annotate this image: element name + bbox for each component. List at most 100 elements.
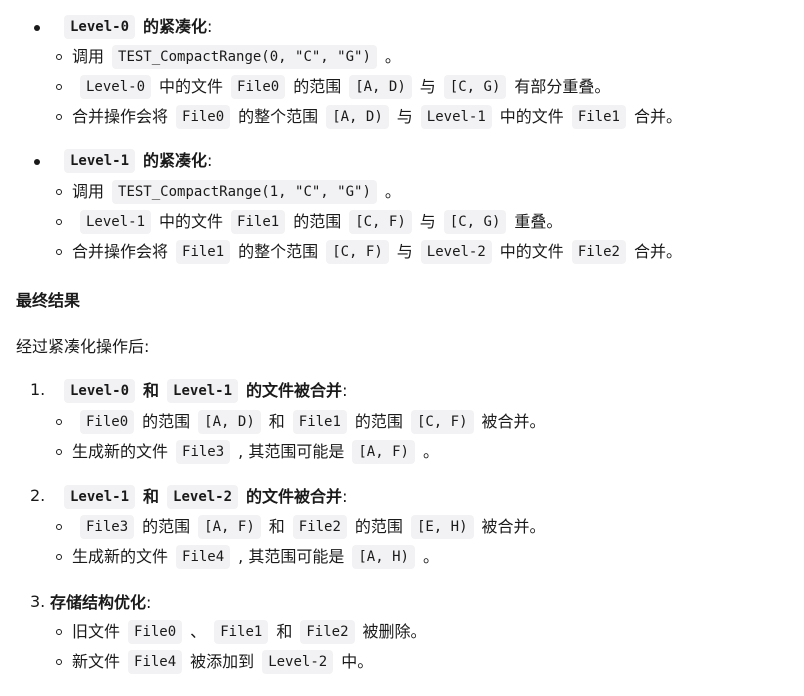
inline-code: File2	[300, 620, 355, 644]
text: 旧文件	[72, 622, 121, 641]
inline-code: [C, F)	[349, 210, 412, 234]
text: 和	[143, 487, 160, 506]
text: 被合并。	[481, 517, 546, 536]
inline-code: File4	[128, 650, 183, 674]
step-heading: Level-0 和 Level-1 的文件被合并 :	[56, 376, 347, 406]
step-number: 1.	[30, 380, 46, 399]
step-number: 2.	[30, 486, 46, 505]
inline-code: File1	[214, 620, 269, 644]
text: 的整个范围	[238, 242, 319, 261]
text: 的整个范围	[238, 107, 319, 126]
text: 存储结构优化	[50, 593, 147, 612]
text: 的范围	[293, 212, 342, 231]
text: 和	[268, 517, 285, 536]
inline-code: Level-1	[167, 379, 239, 403]
text: 与	[396, 107, 413, 126]
text: 生成新的文件	[72, 442, 169, 461]
inline-code: Level-0	[80, 75, 152, 99]
text: 和	[276, 622, 293, 641]
text: 合并。	[633, 107, 682, 126]
sub-bullet	[56, 419, 62, 425]
text: , 其范围可能是	[238, 442, 345, 461]
list-item: 新文件 File4 被添加到 Level-2 中。	[72, 647, 373, 677]
text: 。	[422, 442, 439, 461]
text: 被添加到	[190, 652, 255, 671]
sub-bullet	[56, 84, 62, 90]
colon: :	[342, 487, 348, 506]
inline-code: Level-0	[64, 15, 136, 39]
text: 中的文件	[499, 242, 564, 261]
list-item: 合并操作会将 File0 的整个范围 [A, D) 与 Level-1 中的文件…	[72, 102, 682, 132]
text: 的范围	[142, 517, 191, 536]
sub-bullet	[56, 249, 62, 255]
text: 中的文件	[159, 77, 224, 96]
list-item: File0 的范围 [A, D) 和 File1 的范围 [C, F) 被合并。	[72, 407, 546, 437]
final-heading: 最终结果	[16, 291, 81, 310]
text: 的范围	[293, 77, 342, 96]
text: 调用	[72, 47, 105, 66]
inline-code: [C, G)	[443, 75, 507, 99]
inline-code: File0	[80, 410, 135, 434]
text: 中。	[341, 652, 374, 671]
inline-code: TEST_CompactRange(1, "C", "G")	[112, 180, 377, 204]
inline-code: Level-1	[64, 149, 136, 173]
inline-code: [A, F)	[198, 515, 261, 539]
sub-bullet	[56, 54, 62, 60]
text: 合并操作会将	[72, 107, 169, 126]
text: 有部分重叠。	[514, 77, 611, 96]
text: 被删除。	[362, 622, 427, 641]
sub-bullet	[56, 524, 62, 530]
text: 调用	[72, 182, 105, 201]
list-item: 旧文件 File0 、 File1 和 File2 被删除。	[72, 617, 427, 647]
text: 中的文件	[499, 107, 564, 126]
intro-text: 经过紧凑化操作后:	[16, 337, 150, 356]
text: 的范围	[354, 517, 403, 536]
inline-code: File1	[571, 105, 626, 129]
text: 。	[384, 182, 401, 201]
text: 。	[422, 547, 439, 566]
inline-code: Level-1	[64, 485, 136, 509]
inline-code: File0	[176, 105, 231, 129]
inline-code: Level-0	[64, 379, 136, 403]
inline-code: File2	[571, 240, 626, 264]
list-item: Level-1 中的文件 File1 的范围 [C, F) 与 [C, G) 重…	[72, 207, 562, 237]
sub-bullet	[56, 659, 62, 665]
inline-code: File1	[292, 410, 347, 434]
list-item: 生成新的文件 File4 , 其范围可能是 [A, H) 。	[72, 542, 439, 572]
colon: :	[146, 593, 152, 612]
inline-code: Level-2	[167, 485, 239, 509]
text: 的文件被合并	[246, 487, 343, 506]
heading-text: 的紧凑化	[143, 151, 208, 170]
text: 和	[143, 381, 160, 400]
colon: :	[207, 151, 213, 170]
text: 和	[268, 412, 285, 431]
inline-code: File0	[231, 75, 286, 99]
list-bullet	[34, 159, 40, 165]
colon: :	[342, 381, 348, 400]
inline-code: [E, H)	[410, 515, 474, 539]
sub-bullet	[56, 189, 62, 195]
text: 重叠。	[514, 212, 563, 231]
text: 与	[396, 242, 413, 261]
inline-code: File0	[128, 620, 183, 644]
inline-code: [A, D)	[349, 75, 412, 99]
inline-code: File2	[292, 515, 347, 539]
inline-code: [A, F)	[352, 440, 415, 464]
text: 的文件被合并	[246, 381, 343, 400]
inline-code: Level-2	[420, 240, 492, 264]
heading-text: 的紧凑化	[143, 17, 208, 36]
inline-code: Level-1	[420, 105, 492, 129]
text: 生成新的文件	[72, 547, 169, 566]
step-number: 3.	[30, 592, 46, 611]
text: 的范围	[354, 412, 403, 431]
text: 。	[384, 47, 401, 66]
text: 被合并。	[481, 412, 546, 431]
sub-bullet	[56, 219, 62, 225]
section-heading: Level-0 的紧凑化 :	[56, 12, 212, 42]
inline-code: [C, F)	[326, 240, 389, 264]
inline-code: [A, D)	[198, 410, 261, 434]
inline-code: TEST_CompactRange(0, "C", "G")	[112, 45, 377, 69]
list-item: File3 的范围 [A, F) 和 File2 的范围 [E, H) 被合并。	[72, 512, 546, 542]
text: 、	[190, 622, 207, 641]
list-item: 调用 TEST_CompactRange(1, "C", "G") 。	[72, 177, 401, 207]
